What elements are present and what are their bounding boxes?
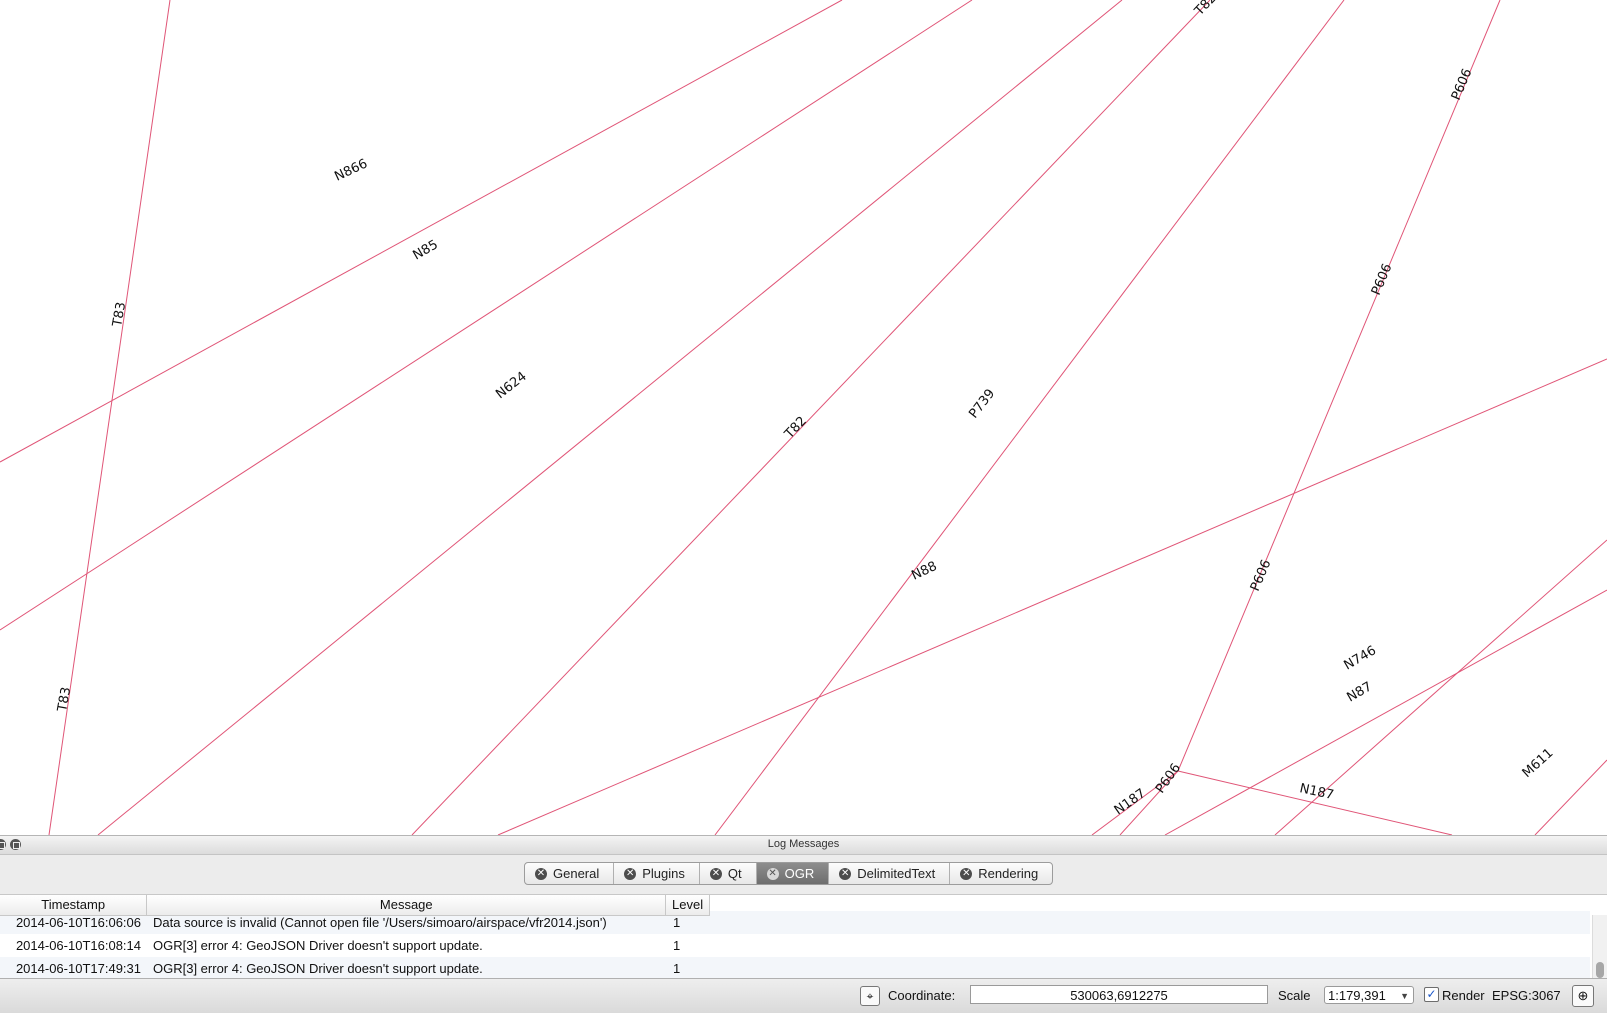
level-cell: 1 [673, 961, 681, 976]
timestamp-cell: 2014-06-10T17:49:31 [15, 961, 141, 976]
chevron-down-icon: ▼ [1400, 991, 1409, 1001]
tab-general[interactable]: ✕ General [525, 863, 615, 884]
column-header-level[interactable]: Level [666, 895, 710, 915]
tab-delimitedtext[interactable]: ✕ DelimitedText [829, 863, 951, 884]
map-label: N85 [411, 237, 441, 263]
airway-line-n866 [0, 0, 843, 463]
table-row[interactable]: 2014-06-10T17:49:31 OGR[3] error 4: GeoJ… [0, 957, 1590, 980]
map-label: T82 [781, 414, 809, 443]
map-label: N88 [909, 559, 939, 584]
close-tab-icon[interactable]: ✕ [535, 867, 547, 880]
table-header: Timestamp Message Level [0, 895, 710, 916]
coordinate-input[interactable]: 530063,6912275 [970, 985, 1268, 1004]
log-messages-panel: Log Messages ✕ General ✕ Plugins ✕ Qt ✕ OGR … [0, 835, 1607, 980]
log-tabbar: ✕ General ✕ Plugins ✕ Qt ✕ OGR ✕ DelimitedTex… [524, 862, 1054, 885]
map-label: T83 [55, 686, 74, 714]
airway-line-n85 [0, 0, 973, 631]
scale-label: Scale [1278, 988, 1311, 1003]
tab-rendering[interactable]: ✕ Rendering [950, 863, 1052, 884]
crs-status[interactable]: EPSG:3067 [1492, 988, 1561, 1003]
column-header-message[interactable]: Message [147, 895, 667, 915]
airway-line-p739 [714, 0, 1345, 836]
map-label: N187 [1112, 786, 1149, 818]
map-label: N87 [1345, 679, 1375, 705]
coordinate-label: Coordinate: [888, 988, 956, 1003]
airway-line-m611 [1534, 759, 1607, 836]
close-tab-icon[interactable]: ✕ [766, 867, 779, 880]
status-bar: ⌖ Coordinate: 530063,6912275 Scale 1:179… [0, 978, 1607, 1013]
message-cell: OGR[3] error 4: GeoJSON Driver doesn't s… [153, 938, 483, 953]
map-svg: N866 N85 T83 T83 N624 T82 T82 P739 N88 P… [0, 0, 1607, 836]
map-label: N746 [1342, 643, 1379, 673]
scale-select[interactable]: 1:179,391 ▼ [1324, 986, 1414, 1004]
map-label: P739 [966, 386, 998, 421]
log-table[interactable]: 2014-06-10T16:06:06 Data source is inval… [0, 894, 1607, 980]
map-label: M611 [1520, 746, 1557, 781]
log-scrollbar[interactable] [1592, 915, 1607, 980]
scrollbar-thumb[interactable] [1596, 962, 1604, 978]
map-canvas[interactable]: N866 N85 T83 T83 N624 T82 T82 P739 N88 P… [0, 0, 1607, 836]
map-label: N624 [493, 369, 529, 402]
map-label: N866 [332, 156, 370, 184]
airway-line-n187 [1177, 770, 1453, 836]
table-row[interactable]: 2014-06-10T16:08:14 OGR[3] error 4: GeoJ… [0, 934, 1590, 957]
map-label: P606 [1153, 761, 1184, 796]
tab-plugins[interactable]: ✕ Plugins [614, 863, 700, 884]
scale-value: 1:179,391 [1328, 988, 1386, 1003]
airway-line-long-east [497, 358, 1607, 836]
panel-title: Log Messages [767, 838, 840, 850]
close-tab-icon[interactable]: ✕ [709, 867, 722, 880]
airway-line-p606 [1119, 0, 1501, 836]
coordinate-toggle-icon[interactable]: ⌖ [860, 986, 880, 1006]
airway-line-n624 [97, 0, 1123, 836]
close-tab-icon[interactable]: ✕ [960, 867, 973, 880]
panel-titlebar: Log Messages [0, 836, 1607, 855]
map-label: T83 [110, 301, 129, 329]
airway-line-n746 [1164, 589, 1607, 836]
close-tab-icon[interactable]: ✕ [624, 867, 637, 880]
level-cell: 1 [673, 938, 681, 953]
close-tab-icon[interactable]: ✕ [839, 867, 852, 880]
timestamp-cell: 2014-06-10T16:08:14 [15, 938, 141, 953]
tab-qt[interactable]: ✕ Qt [700, 863, 757, 884]
map-label: N187 [1298, 781, 1335, 803]
map-label: P606 [1248, 558, 1275, 594]
column-header-timestamp[interactable]: Timestamp [0, 895, 148, 915]
render-checkbox[interactable]: ✓ [1424, 987, 1439, 1002]
crs-settings-icon[interactable]: ⊕ [1572, 985, 1594, 1007]
render-label: Render [1442, 988, 1485, 1003]
map-label: T82 [1191, 0, 1219, 19]
tab-ogr[interactable]: ✕ OGR [756, 863, 830, 884]
message-cell: OGR[3] error 4: GeoJSON Driver doesn't s… [153, 961, 483, 976]
map-label: P606 [1369, 262, 1396, 298]
map-label: P606 [1449, 67, 1476, 103]
airway-line-t82 [411, 0, 1211, 836]
